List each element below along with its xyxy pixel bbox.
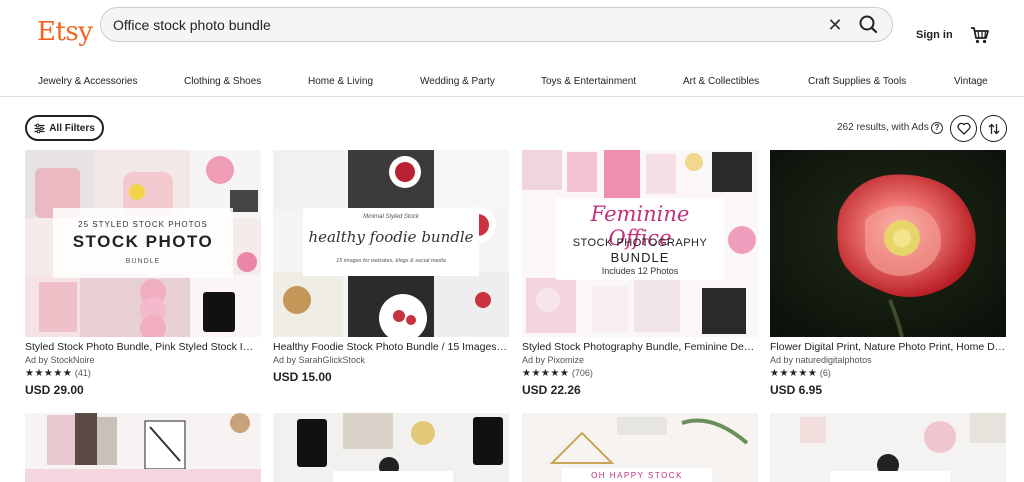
listing-image[interactable]: OH HAPPY STOCK — [522, 413, 758, 482]
listing-image[interactable]: 25 STYLED STOCK PHOTOS STOCK PHOTO BUNDL… — [25, 150, 261, 337]
overlay-subtitle: Minimal Styled Stock — [363, 214, 419, 220]
listing-photo — [770, 413, 1006, 482]
listing-image[interactable]: Minimal Styled Stock healthy foodie bund… — [273, 150, 509, 337]
listing-seller: Ad by Pixomize — [522, 355, 585, 365]
category-jewelry-accessories[interactable]: Jewelry & Accessories — [38, 76, 137, 87]
listing-seller: Ad by StockNoire — [25, 355, 95, 365]
search-input[interactable] — [113, 14, 793, 36]
category-clothing-shoes[interactable]: Clothing & Shoes — [184, 76, 261, 87]
nav-divider — [0, 96, 1024, 97]
listing-title[interactable]: Styled Stock Photo Bundle, Pink Styled S… — [25, 341, 261, 353]
listing-seller: Ad by SarahGlickStock — [273, 355, 366, 365]
search-bar[interactable]: ✕ — [100, 7, 893, 42]
listing-rating: ★★★★★ (41) — [25, 368, 91, 379]
all-filters-label: All Filters — [49, 122, 95, 134]
search-button[interactable] — [853, 11, 883, 39]
sort-arrows-icon — [988, 123, 999, 134]
sort-button[interactable] — [980, 115, 1007, 142]
overlay-subtitle: 25 STYLED STOCK PHOTOS — [78, 220, 208, 229]
help-icon[interactable]: ? — [931, 122, 943, 134]
overlay-title: OH HAPPY STOCK — [591, 471, 683, 480]
clear-search-icon[interactable]: ✕ — [823, 13, 847, 37]
overlay-subtitle: BUNDLE — [610, 250, 670, 265]
listing-image[interactable] — [25, 413, 261, 482]
listing-image[interactable] — [273, 413, 509, 482]
poppy-flower-photo — [770, 150, 1006, 337]
all-filters-button[interactable]: All Filters — [25, 115, 104, 141]
star-rating-icon: ★★★★★ — [522, 368, 570, 379]
listing-image[interactable] — [770, 413, 1006, 482]
listing-price: USD 22.26 — [522, 383, 581, 397]
listing-title[interactable]: Flower Digital Print, Nature Photo Print… — [770, 341, 1006, 353]
heart-icon — [956, 122, 971, 135]
header: Etsy ✕ Sign in — [0, 0, 1024, 50]
category-home-living[interactable]: Home & Living — [308, 76, 373, 87]
cart-button[interactable] — [970, 25, 990, 45]
overlay-caption: BUNDLE — [125, 258, 161, 265]
listing-title[interactable]: Healthy Foodie Stock Photo Bundle / 15 I… — [273, 341, 509, 353]
category-vintage[interactable]: Vintage — [954, 76, 988, 87]
listing-price: USD 29.00 — [25, 383, 84, 397]
overlay-caption: Includes 12 Photos — [601, 266, 679, 276]
listing-photo — [25, 413, 261, 482]
star-rating-icon: ★★★★★ — [25, 368, 73, 379]
shopping-cart-icon — [971, 27, 989, 44]
category-craft-supplies-tools[interactable]: Craft Supplies & Tools — [808, 76, 906, 87]
listing-image[interactable] — [770, 150, 1006, 337]
star-rating-icon: ★★★★★ — [770, 368, 818, 379]
review-count: (6) — [819, 368, 831, 378]
overlay-title: STOCK PHOTOGRAPHY — [572, 237, 708, 249]
category-art-collectibles[interactable]: Art & Collectibles — [683, 76, 759, 87]
listing-price: USD 6.95 — [770, 383, 823, 397]
category-nav: Jewelry & Accessories Clothing & Shoes H… — [0, 72, 1024, 96]
listing-photo — [273, 413, 509, 482]
listing-image[interactable]: Feminine Office STOCK PHOTOGRAPHY BUNDLE… — [522, 150, 758, 337]
listing-price: USD 15.00 — [273, 370, 332, 384]
overlay-title: STOCK PHOTO — [72, 232, 214, 251]
listing-rating: ★★★★★ (706) — [522, 368, 593, 379]
sign-in-link[interactable]: Sign in — [916, 29, 953, 41]
category-wedding-party[interactable]: Wedding & Party — [420, 76, 495, 87]
review-count: (41) — [74, 368, 91, 378]
save-search-button[interactable] — [950, 115, 977, 142]
listing-seller: Ad by naturedigitalphotos — [770, 355, 872, 365]
listing-title[interactable]: Styled Stock Photography Bundle, Feminin… — [522, 341, 758, 353]
overlay-caption: 15 images for websites, blogs & social m… — [336, 258, 446, 264]
listing-rating: ★★★★★ (6) — [770, 368, 831, 379]
search-icon — [859, 15, 878, 34]
overlay-title: healthy foodie bundle — [308, 228, 474, 246]
results-count: 262 results, with Ads — [837, 122, 929, 133]
review-count: (706) — [571, 368, 593, 378]
category-toys-entertainment[interactable]: Toys & Entertainment — [541, 76, 636, 87]
filter-sliders-icon — [34, 123, 45, 133]
etsy-logo[interactable]: Etsy — [37, 17, 93, 47]
